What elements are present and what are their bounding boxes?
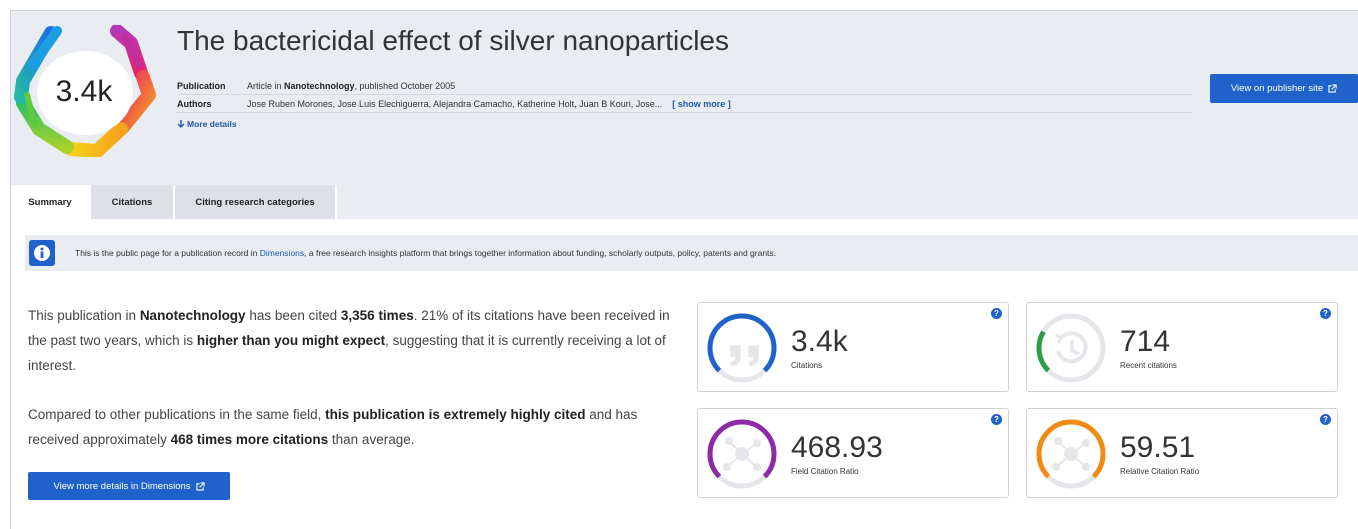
metric-label: Relative Citation Ratio	[1120, 467, 1200, 476]
publication-header: 3.4k The bactericidal effect of silver n…	[11, 11, 1358, 219]
view-publisher-button[interactable]: View on publisher site	[1210, 74, 1358, 103]
publication-row: Publication Article in Nanotechnology, p…	[177, 77, 1192, 95]
metric-card-recent-citations: 714 Recent citations ?	[1026, 302, 1338, 392]
network-nodes-icon	[1036, 419, 1106, 489]
journal-name: Nanotechnology	[284, 80, 355, 91]
show-more-link[interactable]: [ show more ]	[672, 99, 731, 109]
summary-text: than average.	[328, 432, 415, 447]
metric-value: 468.93	[791, 431, 883, 464]
authors-row: Authors Jose Ruben Morones, Jose Luis El…	[177, 95, 1192, 113]
more-details-label: More details	[187, 119, 237, 129]
metric-card-relative-citation-ratio: 59.51 Relative Citation Ratio ?	[1026, 408, 1338, 498]
authors-label: Authors	[177, 98, 212, 109]
metric-value: 59.51	[1120, 431, 1196, 464]
history-clock-icon	[1036, 313, 1106, 383]
external-link-icon	[195, 481, 205, 491]
summary-expectation: higher than you might expect	[196, 333, 386, 348]
dimensions-link[interactable]: Dimensions	[260, 248, 304, 258]
citation-summary-paragraph: This publication in Nanotechnology has b…	[28, 303, 678, 378]
network-nodes-icon	[707, 419, 777, 489]
metric-label: Field Citation Ratio	[791, 467, 859, 476]
altmetric-score: 3.4k	[55, 75, 113, 108]
summary-text: This publication in	[28, 308, 140, 323]
view-dimensions-label: View more details in Dimensions	[53, 480, 191, 492]
tab-summary[interactable]: Summary	[11, 185, 91, 219]
external-link-icon	[1328, 84, 1337, 93]
authors-list: Jose Ruben Morones, Jose Luis Elechiguer…	[247, 98, 663, 109]
info-text-after: , a free research insights platform that…	[304, 248, 777, 258]
metric-value: 3.4k	[791, 325, 848, 358]
page-frame: 3.4k The bactericidal effect of silver n…	[10, 10, 1358, 529]
help-icon[interactable]: ?	[991, 308, 1002, 319]
info-text: This is the public page for a publicatio…	[75, 248, 776, 258]
altmetric-badge[interactable]: 3.4k	[13, 24, 159, 158]
info-icon	[29, 240, 55, 266]
help-icon[interactable]: ?	[1320, 308, 1331, 319]
summary-text: has been cited	[245, 308, 341, 323]
quote-icon	[707, 313, 777, 383]
tab-bar: Summary Citations Citing research catego…	[11, 185, 337, 219]
view-publisher-label: View on publisher site	[1230, 83, 1324, 94]
publication-date: , published October 2005	[354, 80, 456, 91]
summary-highly-cited: this publication is extremely highly cit…	[325, 407, 586, 422]
metric-card-field-citation-ratio: 468.93 Field Citation Ratio ?	[697, 408, 1009, 498]
help-icon[interactable]: ?	[1320, 414, 1331, 425]
summary-journal: Nanotechnology	[139, 308, 246, 323]
more-details-link[interactable]: More details	[177, 119, 237, 129]
publication-prefix: Article in	[247, 80, 282, 91]
summary-text: Compared to other publications in the sa…	[28, 407, 326, 422]
tab-citing-research-categories[interactable]: Citing research categories	[175, 185, 337, 219]
arrow-down-icon	[177, 120, 185, 128]
field-comparison-paragraph: Compared to other publications in the sa…	[28, 402, 678, 452]
metric-card-citations: 3.4k Citations ?	[697, 302, 1009, 392]
info-text-before: This is the public page for a publicatio…	[75, 248, 260, 258]
page-title: The bactericidal effect of silver nanopa…	[177, 25, 729, 56]
summary-citation-count: 3,356 times	[340, 308, 414, 323]
metric-label: Recent citations	[1120, 361, 1177, 370]
summary-times-more: 468 times more citations	[170, 432, 329, 447]
view-dimensions-button[interactable]: View more details in Dimensions	[28, 472, 230, 500]
info-banner: This is the public page for a publicatio…	[25, 235, 1358, 271]
help-icon[interactable]: ?	[991, 414, 1002, 425]
publication-value: Article in Nanotechnology, published Oct…	[247, 81, 455, 91]
metric-label: Citations	[791, 361, 823, 370]
tab-citations[interactable]: Citations	[91, 185, 175, 219]
metric-value: 714	[1120, 325, 1171, 358]
publication-label: Publication	[177, 80, 226, 91]
